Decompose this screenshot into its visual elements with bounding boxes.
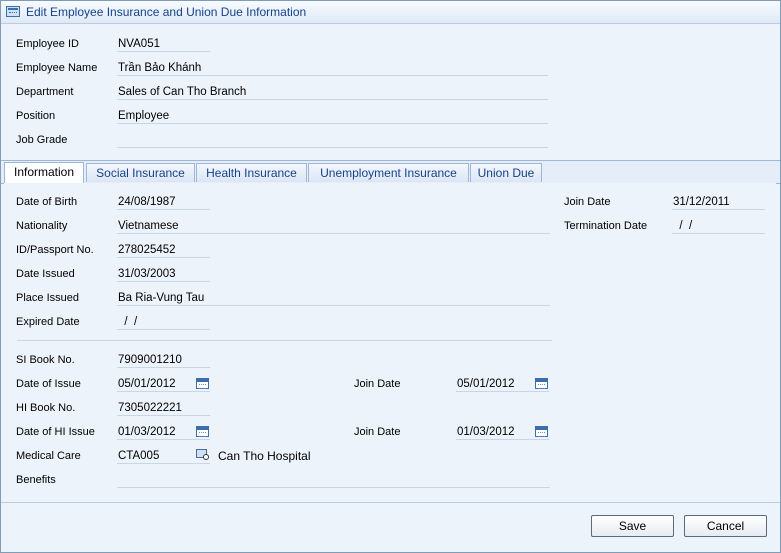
information-tab-content: Date of Birth 24/08/1987 Nationality Vie… xyxy=(4,183,776,501)
tab-social-insurance[interactable]: Social Insurance xyxy=(86,163,195,182)
calendar-icon[interactable] xyxy=(535,378,548,389)
calendar-icon[interactable] xyxy=(535,426,548,437)
join-date-field[interactable]: 31/12/2011 xyxy=(672,195,765,210)
expired-date-field[interactable]: / / xyxy=(117,315,210,330)
tab-information[interactable]: Information xyxy=(4,162,84,183)
footer-divider xyxy=(1,502,780,503)
form-icon xyxy=(6,6,20,17)
benefits-label: Benefits xyxy=(16,474,56,486)
tab-bar: Information Social Insurance Health Insu… xyxy=(1,160,780,184)
department-field[interactable]: Sales of Can Tho Branch xyxy=(117,85,548,100)
dob-label: Date of Birth xyxy=(16,196,78,208)
si-book-label: SI Book No. xyxy=(16,354,75,366)
hi-date-of-issue-label: Date of HI Issue xyxy=(16,426,95,438)
dob-field[interactable]: 24/08/1987 xyxy=(117,195,210,210)
hi-book-label: HI Book No. xyxy=(16,402,76,414)
hi-join-date-label: Join Date xyxy=(354,426,401,438)
tab-union-due[interactable]: Union Due xyxy=(470,163,542,182)
id-passport-label: ID/Passport No. xyxy=(16,244,94,256)
si-join-date-label: Join Date xyxy=(354,378,401,390)
hi-book-field[interactable]: 7305022221 xyxy=(117,401,210,416)
edit-insurance-dialog: Edit Employee Insurance and Union Due In… xyxy=(0,0,781,553)
position-label: Position xyxy=(16,110,56,122)
si-book-field[interactable]: 7909001210 xyxy=(117,353,210,368)
nationality-label: Nationality xyxy=(16,220,68,232)
medical-care-label: Medical Care xyxy=(16,450,81,462)
section-divider xyxy=(17,340,552,341)
title-bar: Edit Employee Insurance and Union Due In… xyxy=(1,1,780,24)
tab-unemployment-insurance[interactable]: Unemployment Insurance xyxy=(308,163,469,182)
si-date-of-issue-label: Date of Issue xyxy=(16,378,81,390)
termination-date-label: Termination Date xyxy=(564,220,648,232)
employee-summary-panel: Employee ID NVA051 Employee Name Trần Bả… xyxy=(1,24,780,160)
save-button[interactable]: Save xyxy=(591,515,674,537)
lookup-icon[interactable] xyxy=(196,449,210,461)
date-issued-field[interactable]: 31/03/2003 xyxy=(117,267,210,282)
date-issued-label: Date Issued xyxy=(16,268,75,280)
medical-care-name: Can Tho Hospital xyxy=(218,449,311,463)
employee-name-field[interactable]: Trần Bảo Khánh xyxy=(117,61,548,76)
employee-name-label: Employee Name xyxy=(16,62,98,74)
department-label: Department xyxy=(16,86,74,98)
nationality-field[interactable]: Vietnamese xyxy=(117,219,550,234)
join-date-label: Join Date xyxy=(564,196,611,208)
dialog-title: Edit Employee Insurance and Union Due In… xyxy=(26,5,307,19)
cancel-button[interactable]: Cancel xyxy=(684,515,767,537)
job-grade-field[interactable] xyxy=(117,133,548,148)
calendar-icon[interactable] xyxy=(196,426,209,437)
job-grade-label: Job Grade xyxy=(16,134,68,146)
benefits-field[interactable] xyxy=(117,473,550,488)
expired-date-label: Expired Date xyxy=(16,316,80,328)
position-field[interactable]: Employee xyxy=(117,109,548,124)
tab-health-insurance[interactable]: Health Insurance xyxy=(196,163,307,182)
termination-date-field[interactable]: / / xyxy=(672,219,765,234)
employee-id-label: Employee ID xyxy=(16,38,79,50)
id-passport-field[interactable]: 278025452 xyxy=(117,243,210,258)
place-issued-field[interactable]: Ba Ria-Vung Tau xyxy=(117,291,550,306)
place-issued-label: Place Issued xyxy=(16,292,79,304)
calendar-icon[interactable] xyxy=(196,378,209,389)
employee-id-field[interactable]: NVA051 xyxy=(117,37,210,52)
